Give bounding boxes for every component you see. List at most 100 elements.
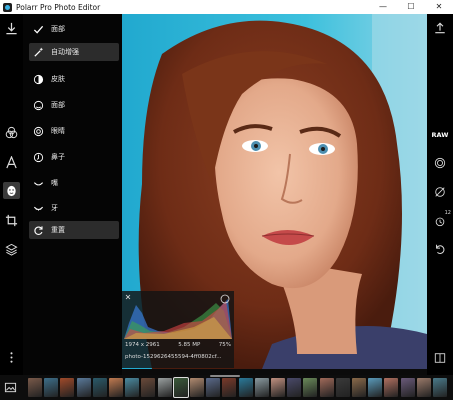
- face-tool-button[interactable]: [3, 182, 20, 199]
- window-title: Polarr Pro Photo Editor: [16, 2, 101, 12]
- menu-item-skin[interactable]: 皮肤: [29, 70, 119, 88]
- face-panel-header[interactable]: 面部: [29, 20, 119, 38]
- filmstrip-thumbnail[interactable]: [352, 378, 366, 397]
- image-dimensions: 1974 x 2961: [125, 342, 160, 348]
- filmstrip-thumbnail[interactable]: [433, 378, 447, 397]
- filmstrip-thumbnail[interactable]: [190, 378, 204, 397]
- filmstrip-thumbnail[interactable]: [335, 378, 350, 397]
- undo-button[interactable]: [432, 241, 448, 257]
- menu-item-auto-enhance[interactable]: 自动增强: [29, 43, 119, 61]
- menu-item-nose[interactable]: 鼻子: [29, 148, 119, 166]
- eye-icon: [32, 125, 44, 137]
- menu-item-label: 自动增强: [51, 48, 79, 56]
- filmstrip-thumbnail[interactable]: [141, 378, 156, 397]
- mouth-icon: [32, 177, 44, 189]
- filmstrip-thumbnail[interactable]: [157, 378, 172, 397]
- menu-item-label: 眼睛: [51, 127, 65, 135]
- face-panel-title: 面部: [51, 25, 65, 33]
- magic-wand-icon: [32, 46, 44, 58]
- history-icon: [435, 217, 445, 227]
- layers-tool-button[interactable]: [3, 241, 20, 258]
- filmstrip-thumbnail[interactable]: [92, 378, 107, 397]
- gallery-icon: [4, 382, 17, 393]
- photo-canvas[interactable]: 1974 x 2961 5.85 MP 75% photo-1529626455…: [122, 14, 427, 369]
- menu-item-face[interactable]: 面部: [29, 96, 119, 114]
- gallery-button[interactable]: [4, 379, 20, 395]
- face-outline-icon: [32, 99, 44, 111]
- zoom-level: 75%: [218, 342, 231, 348]
- compare-button[interactable]: [432, 155, 448, 171]
- menu-item-mouth[interactable]: 嘴: [29, 174, 119, 192]
- history-button[interactable]: 12: [432, 210, 451, 229]
- menu-item-label: 重置: [51, 226, 65, 234]
- reset-icon: [32, 224, 44, 236]
- text-tool-button[interactable]: [3, 154, 20, 171]
- menu-item-teeth[interactable]: 牙: [29, 199, 119, 217]
- maximize-button[interactable]: ☐: [397, 0, 425, 14]
- title-bar: Polarr Pro Photo Editor — ☐ ✕: [0, 0, 453, 14]
- filmstrip-thumbnail[interactable]: [271, 378, 285, 397]
- histogram-info: 1974 x 2961 5.85 MP 75%: [125, 342, 231, 348]
- filmstrip-thumbnail[interactable]: [287, 378, 302, 397]
- menu-item-eyes[interactable]: 眼睛: [29, 122, 119, 140]
- split-view-icon: [434, 353, 446, 363]
- filmstrip-thumbnail[interactable]: [384, 378, 399, 397]
- undo-icon: [436, 244, 445, 255]
- filmstrip-thumbnail[interactable]: [319, 378, 334, 397]
- toggle-original-button[interactable]: [432, 184, 448, 200]
- filmstrip-scroll-handle[interactable]: [210, 375, 240, 377]
- raw-toggle-button[interactable]: RAW: [432, 127, 449, 143]
- filmstrip-thumbnail[interactable]: [238, 378, 253, 397]
- nose-icon: [32, 151, 44, 163]
- face-menu-panel: 面部 自动增强 皮肤 面部 眼睛 鼻子 嘴 牙 重置: [23, 14, 122, 375]
- filmstrip-thumbnail[interactable]: [44, 378, 59, 397]
- teeth-icon: [32, 202, 44, 214]
- left-tool-rail: [0, 14, 23, 375]
- filmstrip-thumbnail[interactable]: [28, 378, 42, 397]
- filters-tool-button[interactable]: [3, 124, 20, 141]
- app-window: Polarr Pro Photo Editor — ☐ ✕ 面部 自动增强 皮肤…: [0, 0, 453, 400]
- filmstrip-thumbnail[interactable]: [109, 378, 123, 397]
- download-icon: [6, 22, 17, 35]
- export-button[interactable]: [432, 20, 448, 36]
- app-logo-icon: [3, 2, 12, 12]
- upload-icon: [435, 22, 445, 34]
- menu-item-reset[interactable]: 重置: [29, 221, 119, 239]
- close-button[interactable]: ✕: [425, 0, 453, 14]
- minimize-button[interactable]: —: [369, 0, 397, 14]
- menu-item-label: 嘴: [51, 179, 58, 187]
- filmstrip-thumbnail[interactable]: [60, 378, 75, 397]
- checkmark-icon: [32, 23, 44, 35]
- filmstrip-thumbnail[interactable]: [303, 378, 318, 397]
- menu-item-label: 鼻子: [51, 153, 65, 161]
- menu-item-label: 皮肤: [51, 75, 65, 83]
- right-tool-rail: RAW 12: [427, 14, 453, 375]
- image-megapixels: 5.85 MP: [178, 342, 201, 348]
- layers-icon: [5, 243, 18, 256]
- half-circle-icon: [32, 73, 44, 85]
- filmstrip-thumbnail[interactable]: [206, 378, 221, 397]
- histogram-panel[interactable]: 1974 x 2961 5.85 MP 75% photo-1529626455…: [122, 291, 234, 368]
- filmstrip-thumbnail[interactable]: [172, 377, 189, 398]
- crop-tool-button[interactable]: [3, 212, 20, 229]
- filmstrip-thumbnail[interactable]: [76, 378, 91, 397]
- vertical-dots-icon: [10, 352, 13, 363]
- window-controls: — ☐ ✕: [369, 0, 453, 14]
- more-options-button[interactable]: [3, 349, 20, 366]
- text-icon: [6, 156, 17, 169]
- filmstrip-thumbnail[interactable]: [125, 378, 140, 397]
- crop-icon: [5, 214, 18, 227]
- histogram-graph: [124, 294, 232, 339]
- split-view-button[interactable]: [432, 350, 448, 366]
- history-count-badge: 12: [444, 210, 451, 216]
- menu-item-label: 牙: [51, 204, 58, 212]
- filmstrip-thumbnail[interactable]: [400, 378, 415, 397]
- face-icon: [7, 185, 16, 197]
- filmstrip-thumbnail[interactable]: [222, 378, 237, 397]
- import-button[interactable]: [3, 20, 20, 37]
- filmstrip: [0, 375, 453, 400]
- filmstrip-thumbnail[interactable]: [368, 378, 383, 397]
- filmstrip-thumbnail[interactable]: [416, 378, 431, 397]
- layers-circles-icon: [5, 126, 18, 139]
- filmstrip-thumbnail[interactable]: [254, 378, 269, 397]
